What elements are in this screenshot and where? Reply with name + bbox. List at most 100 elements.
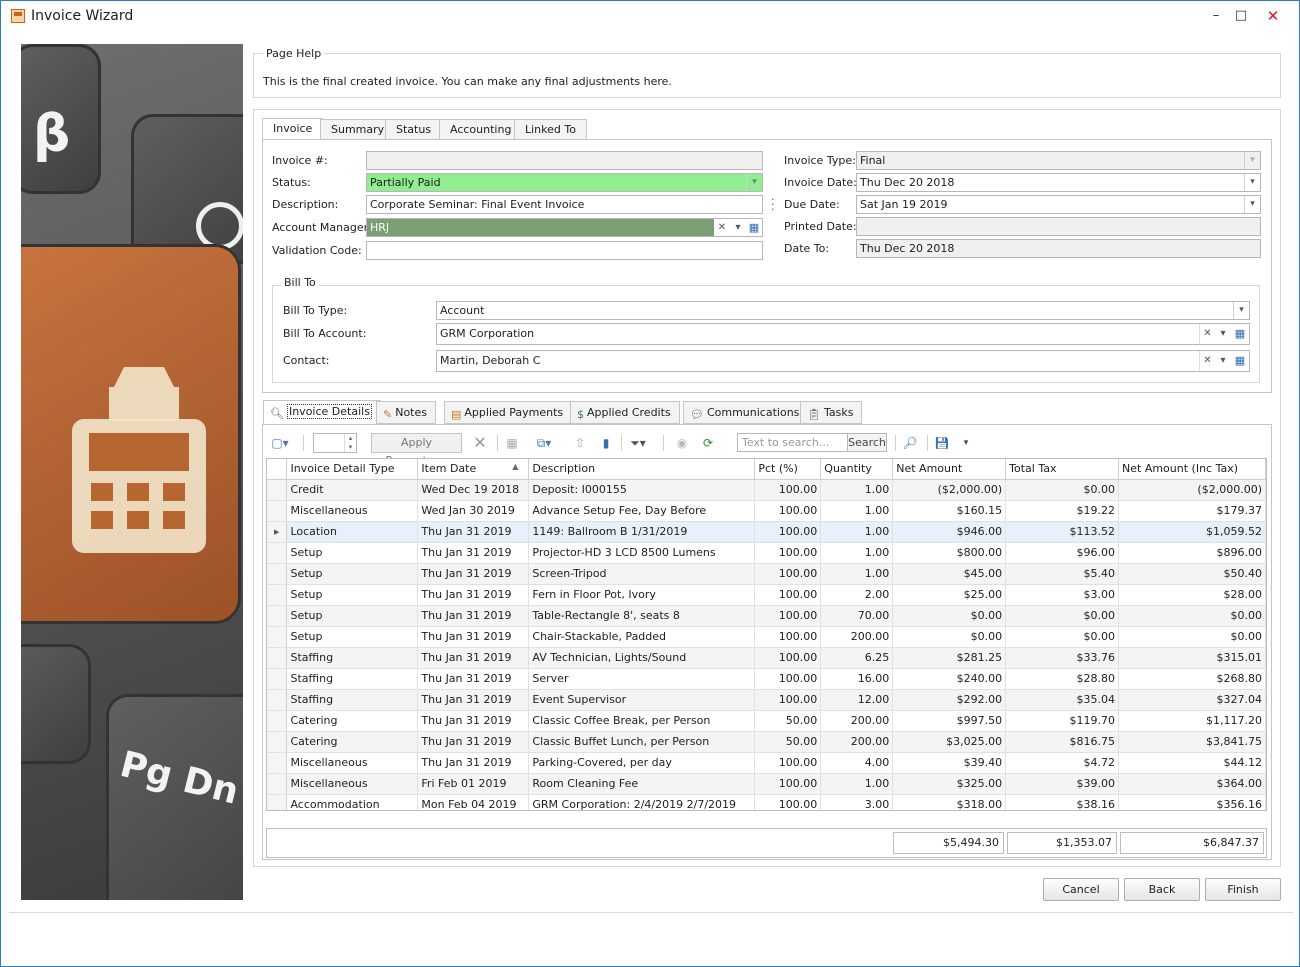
table-cell[interactable]: Setup	[286, 542, 419, 564]
table-cell[interactable]: $327.04	[1118, 689, 1266, 711]
table-cell[interactable]: 100.00	[754, 689, 822, 711]
table-cell[interactable]: $5.40	[1005, 563, 1120, 585]
table-cell[interactable]: Setup	[286, 626, 419, 648]
table-cell[interactable]: 100.00	[754, 479, 822, 501]
table-cell[interactable]: $315.01	[1118, 647, 1266, 669]
table-cell[interactable]: ($2,000.00)	[892, 479, 1007, 501]
table-cell[interactable]: 200.00	[820, 626, 894, 648]
table-cell[interactable]: $28.00	[1118, 584, 1266, 606]
book-icon[interactable]: ▮	[597, 434, 615, 452]
column-header-net-amount[interactable]: Net Amount	[892, 459, 1007, 480]
table-cell[interactable]: Fern in Floor Pot, Ivory	[528, 584, 756, 606]
back-button[interactable]: Back	[1124, 878, 1200, 901]
table-row[interactable]: Catering Thu Jan 31 2019 Classic Buffet Lu…	[267, 731, 1266, 753]
copy-icon[interactable]: ⧉▾	[535, 434, 553, 452]
table-cell[interactable]: Thu Jan 31 2019	[417, 647, 530, 669]
tab-notes[interactable]: ✎ Notes	[376, 401, 436, 424]
table-cell[interactable]: 4.00	[820, 752, 894, 774]
table-cell[interactable]: Thu Jan 31 2019	[417, 668, 530, 690]
table-cell[interactable]: $39.00	[1005, 773, 1120, 795]
clear-icon[interactable]: ✕	[714, 219, 730, 236]
account-manager-select[interactable]: HRJ ✕ ▾ ▦	[366, 218, 763, 237]
table-cell[interactable]: 70.00	[820, 605, 894, 627]
table-cell[interactable]: $0.00	[1005, 479, 1120, 501]
table-cell[interactable]: $35.04	[1005, 689, 1120, 711]
table-cell[interactable]: Setup	[286, 563, 419, 585]
table-cell[interactable]: $0.00	[892, 626, 1007, 648]
table-cell[interactable]: 100.00	[754, 542, 822, 564]
column-header-item-date[interactable]: Item Date ▲	[417, 459, 530, 480]
table-cell[interactable]: Wed Jan 30 2019	[417, 500, 530, 522]
table-cell[interactable]: Fri Feb 01 2019	[417, 773, 530, 795]
table-cell[interactable]: 100.00	[754, 794, 822, 810]
filter-icon[interactable]: ⏷▾	[629, 434, 647, 452]
table-row[interactable]: Staffing Thu Jan 31 2019 AV Technician, Li…	[267, 647, 1266, 669]
row-indicator[interactable]	[267, 731, 288, 753]
table-cell[interactable]: Thu Jan 31 2019	[417, 521, 530, 543]
table-cell[interactable]: Setup	[286, 584, 419, 606]
table-cell[interactable]: 16.00	[820, 668, 894, 690]
table-cell[interactable]: 200.00	[820, 710, 894, 732]
table-cell[interactable]: $0.00	[1005, 605, 1120, 627]
table-cell[interactable]: $0.00	[1118, 605, 1266, 627]
current-row-indicator-icon[interactable]: ▶	[267, 521, 288, 543]
table-cell[interactable]: Screen-Tripod	[528, 563, 756, 585]
table-cell[interactable]: 1.00	[820, 773, 894, 795]
table-cell[interactable]: $816.75	[1005, 731, 1120, 753]
clear-icon[interactable]: ✕	[1199, 351, 1215, 371]
table-row[interactable]: Setup Thu Jan 31 2019 Projector-HD 3 LCD 8…	[267, 542, 1266, 564]
table-cell[interactable]: $113.52	[1005, 521, 1120, 543]
table-cell[interactable]: Table-Rectangle 8', seats 8	[528, 605, 756, 627]
table-row[interactable]: Setup Thu Jan 31 2019 Table-Rectangle 8', …	[267, 605, 1266, 627]
table-cell[interactable]: 50.00	[754, 710, 822, 732]
table-cell[interactable]: Classic Coffee Break, per Person	[528, 710, 756, 732]
table-cell[interactable]: $364.00	[1118, 773, 1266, 795]
table-row[interactable]: Setup Thu Jan 31 2019 Chair-Stackable, Pad…	[267, 626, 1266, 648]
table-cell[interactable]: 1.00	[820, 479, 894, 501]
tab-linked-to[interactable]: Linked To	[514, 119, 587, 141]
table-cell[interactable]: $0.00	[892, 605, 1007, 627]
table-cell[interactable]: Thu Jan 31 2019	[417, 752, 530, 774]
table-cell[interactable]: $25.00	[892, 584, 1007, 606]
table-cell[interactable]: 200.00	[820, 731, 894, 753]
table-row[interactable]: Staffing Thu Jan 31 2019 Server 100.00 16.00…	[267, 668, 1266, 690]
tab-applied-payments[interactable]: ▤ Applied Payments	[444, 401, 573, 424]
table-cell[interactable]: $28.80	[1005, 668, 1120, 690]
column-header-quantity[interactable]: Quantity	[820, 459, 894, 480]
search-button[interactable]: Search	[847, 433, 887, 452]
tab-applied-credits[interactable]: $ Applied Credits	[570, 401, 680, 424]
row-indicator[interactable]	[267, 563, 288, 585]
table-cell[interactable]: Thu Jan 31 2019	[417, 626, 530, 648]
spinner-arrows-icon[interactable]: ▴ ▾	[344, 434, 356, 452]
column-header-pct[interactable]: Pct (%)	[754, 459, 822, 480]
lookup-icon[interactable]: ▦	[1232, 324, 1248, 344]
table-cell[interactable]: 1.00	[820, 563, 894, 585]
table-cell[interactable]: $45.00	[892, 563, 1007, 585]
table-cell[interactable]: Advance Setup Fee, Day Before	[528, 500, 756, 522]
table-cell[interactable]: $4.72	[1005, 752, 1120, 774]
disabled-circle-icon[interactable]: ◉	[673, 434, 691, 452]
table-cell[interactable]: $800.00	[892, 542, 1007, 564]
table-cell[interactable]: 100.00	[754, 668, 822, 690]
table-row[interactable]: Staffing Thu Jan 31 2019 Event Supervisor 1…	[267, 689, 1266, 711]
table-cell[interactable]: Chair-Stackable, Padded	[528, 626, 756, 648]
row-indicator[interactable]	[267, 752, 288, 774]
chevron-down-icon[interactable]: ▾	[1215, 324, 1231, 344]
finish-button[interactable]: Finish	[1205, 878, 1281, 901]
table-cell[interactable]: $33.76	[1005, 647, 1120, 669]
table-cell[interactable]: $1,117.20	[1118, 710, 1266, 732]
table-cell[interactable]: 100.00	[754, 773, 822, 795]
tab-communications[interactable]: 💬︎ Communications	[683, 401, 809, 424]
chevron-down-icon[interactable]: ▾	[1233, 302, 1249, 319]
move-icon[interactable]: ⇧	[571, 434, 589, 452]
table-row[interactable]: Accommodation Mon Feb 04 2019 GRM Corporat…	[267, 794, 1266, 810]
table-cell[interactable]: $0.00	[1005, 626, 1120, 648]
invoice-number-field[interactable]	[366, 151, 763, 170]
table-cell[interactable]: 2.00	[820, 584, 894, 606]
table-cell[interactable]: $44.12	[1118, 752, 1266, 774]
row-indicator[interactable]	[267, 479, 288, 501]
table-cell[interactable]: $997.50	[892, 710, 1007, 732]
table-cell[interactable]: $281.25	[892, 647, 1007, 669]
table-cell[interactable]: Staffing	[286, 668, 419, 690]
table-cell[interactable]: $946.00	[892, 521, 1007, 543]
